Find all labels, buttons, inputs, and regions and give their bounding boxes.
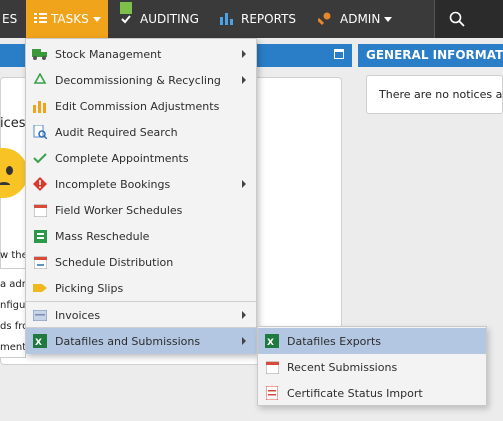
warning-icon bbox=[32, 176, 48, 192]
menu-item-edit-commission[interactable]: Edit Commission Adjustments bbox=[26, 93, 256, 119]
menu-item-audit-required[interactable]: Audit Required Search bbox=[26, 119, 256, 145]
tools-icon bbox=[316, 2, 332, 26]
chevron-down-icon bbox=[384, 17, 393, 22]
excel-icon: X bbox=[264, 333, 280, 349]
bar-chart-icon bbox=[220, 2, 233, 25]
submenu-item-recent-submissions[interactable]: Recent Submissions bbox=[258, 354, 486, 380]
tasks-dropdown-menu: Stock Management Decommissioning & Recyc… bbox=[25, 38, 257, 354]
excel-icon: X bbox=[32, 333, 48, 349]
menu-item-schedule-distribution[interactable]: Schedule Distribution bbox=[26, 249, 256, 275]
tag-icon bbox=[32, 280, 48, 296]
search-icon bbox=[449, 11, 465, 30]
invoice-icon bbox=[32, 307, 48, 323]
menu-item-stock-management[interactable]: Stock Management bbox=[26, 41, 256, 67]
menu-item-decommissioning[interactable]: Decommissioning & Recycling bbox=[26, 67, 256, 93]
chevron-right-icon bbox=[242, 337, 246, 345]
nav-auditing[interactable]: AUDITING bbox=[116, 0, 199, 38]
menu-item-datafiles-submissions[interactable]: X Datafiles and Submissions bbox=[26, 328, 256, 354]
nav-tasks[interactable]: TASKS bbox=[26, 0, 108, 38]
submenu-item-datafiles-exports[interactable]: X Datafiles Exports bbox=[258, 328, 486, 354]
info-row-4: ment bbox=[0, 342, 27, 353]
bar-chart-icon bbox=[32, 98, 48, 114]
notices-title-fragment: ices bbox=[0, 116, 26, 131]
nav-admin[interactable]: ADMIN bbox=[316, 0, 393, 38]
document-icon bbox=[264, 385, 280, 401]
menu-item-picking-slips[interactable]: Picking Slips bbox=[26, 275, 256, 301]
nav-item-partial[interactable]: ES bbox=[0, 0, 24, 38]
top-navbar: ES TASKS AUDITING REPORTS ADMIN bbox=[0, 0, 503, 38]
left-panel-collapse-icon[interactable] bbox=[334, 49, 344, 59]
menu-item-field-worker-schedules[interactable]: Field Worker Schedules bbox=[26, 197, 256, 223]
calendar-share-icon bbox=[32, 254, 48, 270]
datafiles-submenu: X Datafiles Exports Recent Submissions C… bbox=[257, 326, 487, 406]
general-information-header: GENERAL INFORMAT bbox=[358, 44, 503, 67]
chevron-right-icon bbox=[242, 311, 246, 319]
calendar-icon bbox=[32, 202, 48, 218]
info-row-2: nfigu bbox=[0, 300, 26, 311]
nav-search[interactable] bbox=[434, 0, 503, 38]
menu-item-invoices[interactable]: Invoices bbox=[26, 302, 256, 328]
tasks-icon bbox=[34, 2, 47, 23]
calendar-icon bbox=[264, 359, 280, 375]
chevron-right-icon bbox=[242, 50, 246, 58]
checkbox-icon bbox=[120, 2, 132, 24]
truck-icon bbox=[32, 46, 48, 62]
menu-item-complete-appointments[interactable]: Complete Appointments bbox=[26, 145, 256, 171]
recycle-icon bbox=[32, 72, 48, 88]
chevron-down-icon bbox=[92, 17, 101, 22]
search-document-icon bbox=[32, 124, 48, 140]
menu-item-mass-reschedule[interactable]: Mass Reschedule bbox=[26, 223, 256, 249]
info-text-fragment: w the bbox=[0, 250, 28, 261]
submenu-item-certificate-status-import[interactable]: Certificate Status Import bbox=[258, 380, 486, 406]
svg-text:X: X bbox=[35, 338, 42, 348]
svg-text:X: X bbox=[267, 338, 274, 348]
grid-icon bbox=[32, 228, 48, 244]
menu-item-incomplete-bookings[interactable]: Incomplete Bookings bbox=[26, 171, 256, 197]
check-icon bbox=[32, 150, 48, 166]
nav-reports[interactable]: REPORTS bbox=[218, 0, 296, 38]
notice-box: There are no notices at t bbox=[366, 75, 503, 114]
chevron-right-icon bbox=[242, 76, 246, 84]
chevron-right-icon bbox=[242, 180, 246, 188]
